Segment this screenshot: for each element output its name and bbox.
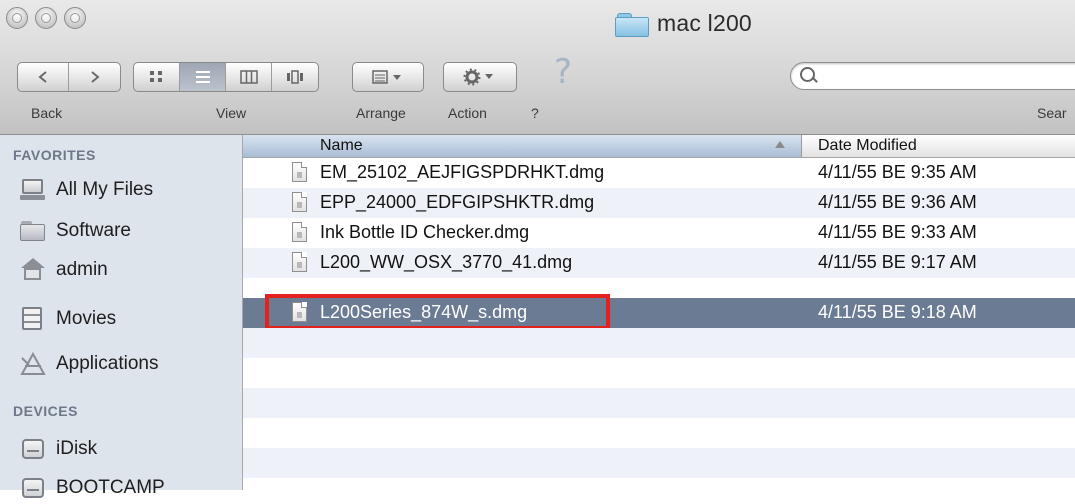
file-row-selected[interactable]: L200Series_874W_s.dmg 4/11/55 BE 9:18 AM: [243, 294, 1075, 330]
sidebar: FAVORITES All My Files Software admin Mo…: [0, 135, 243, 498]
all-my-files-icon: [20, 178, 46, 202]
action-button[interactable]: [443, 62, 517, 92]
empty-row: [243, 418, 1075, 448]
sidebar-item-label: Software: [56, 220, 131, 241]
file-date: 4/11/55 BE 9:35 AM: [818, 162, 977, 182]
back-button[interactable]: [18, 63, 70, 91]
dmg-file-icon: [292, 162, 307, 182]
chevron-right-icon: [90, 71, 100, 83]
window-title: mac l200: [657, 10, 752, 36]
file-list: Name Date Modified EM_25102_AEJFIGSPDRHK…: [243, 135, 1075, 490]
icon-grid-icon: [149, 71, 162, 82]
close-window-button[interactable]: [6, 7, 28, 29]
search-icon: [800, 67, 815, 82]
sidebar-item-label: admin: [56, 259, 108, 280]
search-field[interactable]: [790, 62, 1075, 90]
empty-row: [243, 358, 1075, 388]
sidebar-item-admin[interactable]: admin: [20, 254, 235, 286]
applications-icon: [20, 351, 46, 376]
help-label: ?: [531, 105, 539, 121]
sidebar-item-movies[interactable]: Movies: [20, 303, 235, 335]
disk-icon: [20, 476, 46, 500]
arrange-button[interactable]: [352, 62, 424, 92]
list-lines-icon: [195, 71, 210, 83]
empty-row: [243, 328, 1075, 358]
empty-row: [243, 388, 1075, 418]
list-view-button[interactable]: [180, 63, 226, 91]
chevron-left-icon: [38, 71, 47, 83]
file-name: EM_25102_AEJFIGSPDRHKT.dmg: [320, 162, 605, 182]
name-column-label: Name: [320, 137, 363, 154]
file-name: EPP_24000_EDFGIPSHKTR.dmg: [320, 192, 595, 212]
dmg-file-icon: [292, 192, 307, 212]
column-header-row: Name Date Modified: [243, 135, 1075, 158]
file-name: L200_WW_OSX_3770_41.dmg: [320, 252, 573, 272]
cover-flow-icon: [287, 70, 303, 84]
sidebar-item-all-my-files[interactable]: All My Files: [20, 174, 235, 206]
gear-icon: [463, 68, 493, 86]
sidebar-item-label: iDisk: [56, 438, 98, 459]
column-view-button[interactable]: [226, 63, 272, 91]
file-date: 4/11/55 BE 9:18 AM: [818, 302, 977, 322]
columns-icon: [239, 70, 258, 84]
help-button[interactable]: ?: [554, 52, 572, 92]
icon-view-button[interactable]: [134, 63, 180, 91]
window-toolbar: mac l200 ? Back View Arrange Action ? Se…: [0, 0, 1075, 135]
cover-flow-button[interactable]: [272, 63, 318, 91]
forward-button[interactable]: [69, 63, 120, 91]
sidebar-item-bootcamp[interactable]: BOOTCAMP: [20, 472, 235, 504]
file-row[interactable]: EM_25102_AEJFIGSPDRHKT.dmg 4/11/55 BE 9:…: [243, 158, 1075, 188]
sidebar-item-idisk[interactable]: iDisk: [20, 433, 235, 465]
sidebar-item-software[interactable]: Software: [20, 215, 235, 247]
sidebar-item-applications[interactable]: Applications: [20, 348, 235, 380]
window-title-area: mac l200: [615, 10, 752, 37]
home-icon: [20, 258, 46, 282]
date-modified-column-header[interactable]: Date Modified: [818, 137, 917, 155]
back-forward-control: [17, 62, 121, 92]
sidebar-item-label: BOOTCAMP: [56, 477, 165, 498]
file-date: 4/11/55 BE 9:36 AM: [818, 192, 977, 212]
search-label: Sear: [1037, 105, 1067, 121]
dmg-file-icon: [292, 252, 307, 272]
arrange-menu-icon: [372, 70, 401, 84]
sidebar-item-label: Movies: [56, 308, 117, 329]
sidebar-item-label: Applications: [56, 353, 159, 374]
file-name: Ink Bottle ID Checker.dmg: [320, 222, 530, 242]
minimize-window-button[interactable]: [35, 7, 57, 29]
movies-icon: [20, 307, 46, 331]
name-column-header[interactable]: Name: [243, 135, 802, 157]
idisk-icon: [20, 437, 46, 461]
empty-row: [243, 448, 1075, 478]
folder-icon: [615, 12, 649, 37]
devices-heading: DEVICES: [13, 403, 78, 419]
file-date: 4/11/55 BE 9:17 AM: [818, 252, 977, 272]
search-input[interactable]: [821, 66, 1075, 88]
folder-icon: [20, 219, 46, 243]
favorites-heading: FAVORITES: [13, 147, 96, 163]
sidebar-item-label: All My Files: [56, 179, 154, 200]
annotation-highlight-box: [265, 294, 610, 330]
arrange-label: Arrange: [356, 105, 406, 121]
dmg-file-icon: [292, 222, 307, 242]
action-label: Action: [448, 105, 487, 121]
file-row[interactable]: Ink Bottle ID Checker.dmg 4/11/55 BE 9:3…: [243, 218, 1075, 248]
sort-ascending-icon: [775, 141, 785, 148]
zoom-window-button[interactable]: [64, 7, 86, 29]
back-label: Back: [31, 105, 63, 121]
file-row[interactable]: L200_WW_OSX_3770_41.dmg 4/11/55 BE 9:17 …: [243, 248, 1075, 278]
file-date: 4/11/55 BE 9:33 AM: [818, 222, 977, 242]
view-label: View: [216, 105, 247, 121]
view-mode-control: [133, 62, 319, 92]
file-row[interactable]: EPP_24000_EDFGIPSHKTR.dmg 4/11/55 BE 9:3…: [243, 188, 1075, 218]
